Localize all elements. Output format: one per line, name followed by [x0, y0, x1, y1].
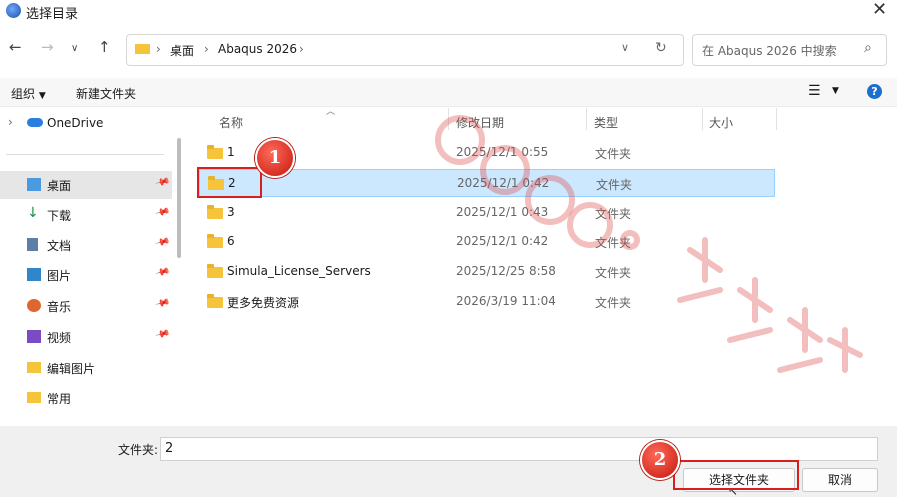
help-icon[interactable]: ? [867, 84, 882, 99]
sidebar-item-video[interactable]: 视频 📌 [0, 323, 172, 351]
pin-icon[interactable]: 📌 [154, 296, 170, 312]
close-icon[interactable]: ✕ [872, 0, 887, 20]
address-bar[interactable]: › 桌面 › Abaqus 2026 › ∨ ↻ [126, 34, 684, 66]
search-icon[interactable]: ⌕ [864, 40, 872, 56]
expand-chevron-icon[interactable]: › [8, 115, 13, 129]
document-icon [27, 238, 38, 251]
pin-icon[interactable]: 📌 [154, 205, 170, 221]
window-title: 选择目录 [26, 7, 79, 22]
highlight-box-select [673, 460, 799, 490]
music-icon [27, 299, 41, 312]
highlight-box-folder [197, 167, 262, 198]
sidebar-item-download[interactable]: ↓ 下载 📌 [0, 201, 172, 229]
forward-arrow-icon[interactable]: → [41, 38, 54, 56]
title-bar [0, 0, 897, 22]
folder-icon [207, 145, 223, 159]
folder-name-input[interactable]: 2 [160, 437, 878, 461]
search-input[interactable]: 在 Abaqus 2026 中搜索 ⌕ [692, 34, 887, 66]
divider [6, 154, 164, 155]
organize-button[interactable]: 组织 ▼ [11, 85, 46, 102]
sidebar-item-common[interactable]: 常用 [0, 384, 172, 412]
breadcrumb-item-desktop[interactable]: 桌面 [170, 42, 194, 59]
sidebar-item-documents[interactable]: 文档 📌 [0, 231, 172, 259]
folder-icon [207, 234, 223, 248]
download-icon: ↓ [27, 205, 39, 221]
pin-icon[interactable]: 📌 [154, 265, 170, 281]
sort-up-icon: ︿ [326, 107, 336, 117]
caret-down-icon: ▼ [38, 91, 46, 101]
folder-icon [207, 294, 223, 308]
folder-icon [207, 205, 223, 219]
sidebar-item-music[interactable]: 音乐 📌 [0, 292, 172, 320]
new-folder-button[interactable]: 新建文件夹 [76, 85, 136, 102]
folder-label: 文件夹: [118, 443, 159, 457]
sidebar-item-edit-pictures[interactable]: 编辑图片 [0, 354, 172, 382]
pin-icon[interactable]: 📌 [154, 235, 170, 251]
column-header-name[interactable]: 名称 [219, 114, 243, 131]
folder-icon [27, 392, 41, 403]
step-badge-2: 2 [640, 440, 680, 480]
cancel-button[interactable]: 取消 [802, 468, 878, 492]
search-placeholder: 在 Abaqus 2026 中搜索 [702, 44, 837, 58]
chevron-down-icon[interactable]: ∨ [71, 43, 78, 54]
back-arrow-icon[interactable]: ← [9, 38, 22, 56]
chevron-right-icon: › [156, 42, 161, 56]
refresh-icon[interactable]: ↻ [655, 40, 667, 56]
picture-icon [27, 268, 41, 281]
app-icon [6, 3, 21, 18]
pin-icon[interactable]: 📌 [154, 175, 170, 191]
step-badge-1: 1 [255, 138, 295, 178]
sidebar-item-onedrive[interactable]: OneDrive [47, 116, 103, 130]
desktop-icon [27, 178, 41, 191]
dropdown-icon[interactable]: ∨ [621, 41, 629, 54]
folder-icon [135, 44, 150, 54]
sidebar-item-pictures[interactable]: 图片 📌 [0, 261, 172, 289]
up-arrow-icon[interactable]: ↑ [98, 38, 111, 56]
watermark-graphic [435, 115, 863, 373]
video-icon [27, 330, 41, 343]
chevron-right-icon: › [204, 42, 209, 56]
breadcrumb-item-folder[interactable]: Abaqus 2026 [218, 42, 297, 56]
sidebar-scrollbar[interactable] [177, 138, 181, 258]
caret-down-icon[interactable]: ▼ [832, 86, 839, 96]
pin-icon[interactable]: 📌 [154, 327, 170, 343]
cloud-icon [27, 118, 43, 127]
view-menu-icon[interactable]: ☰ [808, 83, 821, 99]
sidebar-item-desktop[interactable]: 桌面 📌 [0, 171, 172, 199]
chevron-right-icon: › [299, 42, 304, 56]
folder-icon [207, 264, 223, 278]
folder-icon [27, 362, 41, 373]
